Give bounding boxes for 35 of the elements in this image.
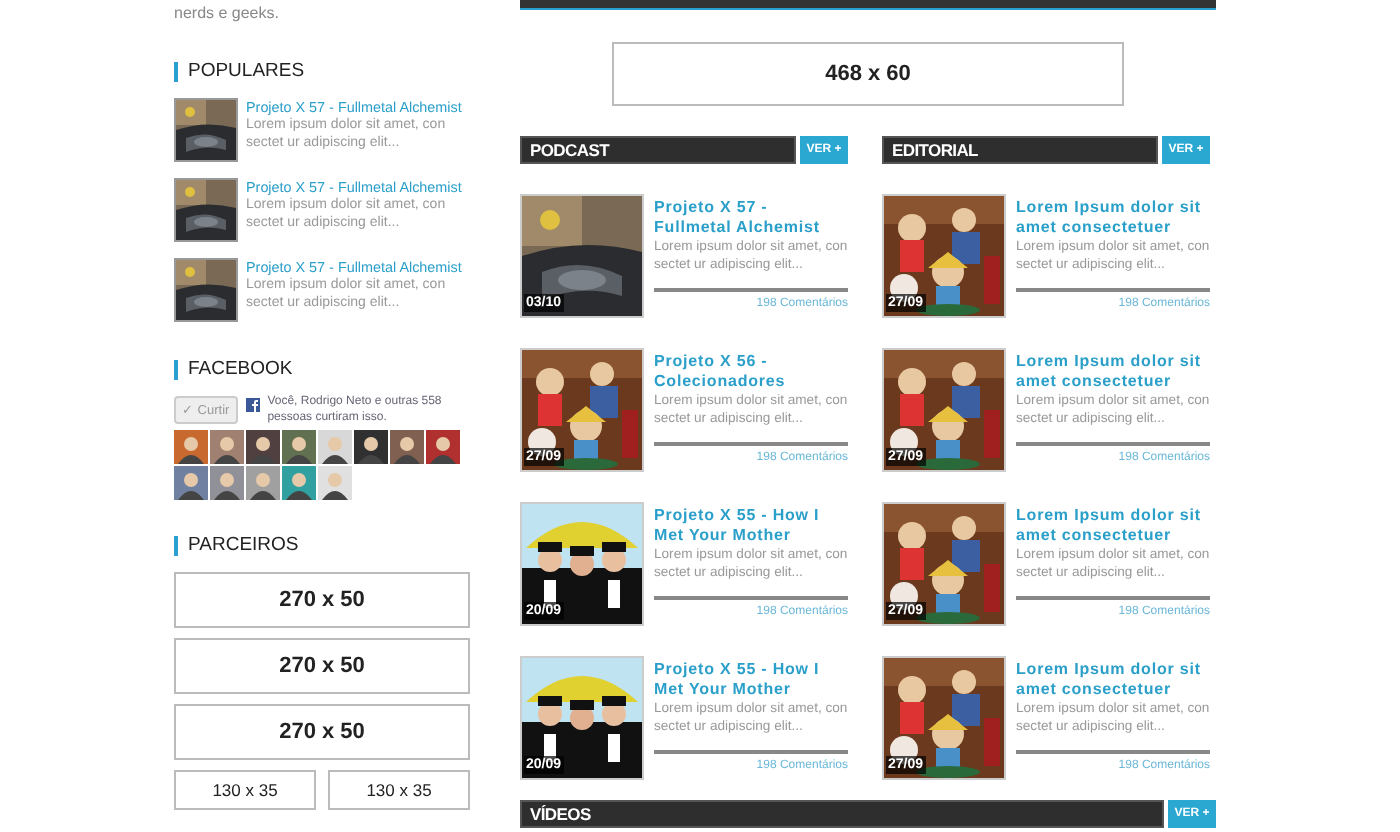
avatar[interactable]	[174, 466, 208, 500]
avatar[interactable]	[282, 466, 316, 500]
post-title[interactable]: Projeto X 55 - How I Met Your Mother	[654, 506, 848, 544]
ad-placeholder[interactable]: 270 x 50	[174, 638, 470, 694]
avatar[interactable]	[282, 430, 316, 464]
avatar[interactable]	[246, 430, 280, 464]
post-title[interactable]: Lorem Ipsum dolor sit amet consectetuer	[1016, 352, 1210, 390]
ad-placeholder[interactable]: 130 x 35	[328, 770, 470, 810]
avatar[interactable]	[246, 466, 280, 500]
ad-placeholder[interactable]: 468 x 60	[612, 42, 1124, 106]
section-heading: PARCEIROS	[174, 536, 299, 556]
avatar[interactable]	[174, 430, 208, 464]
section-heading: FACEBOOK	[174, 360, 293, 380]
avatar[interactable]	[318, 430, 352, 464]
facebook-icon	[245, 398, 260, 412]
ad-placeholder[interactable]: 130 x 35	[174, 770, 316, 810]
avatar[interactable]	[210, 430, 244, 464]
section-heading: VÍDEOS	[520, 800, 1164, 828]
section-heading: PODCAST	[520, 136, 796, 164]
ad-placeholder[interactable]: 270 x 50	[174, 704, 470, 760]
section-heading: POPULARES	[174, 62, 305, 82]
post-title[interactable]: Projeto X 56 - Colecionadores	[654, 352, 848, 390]
avatar[interactable]	[318, 466, 352, 500]
avatar[interactable]	[210, 466, 244, 500]
post-title[interactable]: Projeto X 55 - How I Met Your Mother	[654, 660, 848, 698]
post-title[interactable]: Projeto X 57 - Fullmetal Alchemist	[654, 198, 848, 236]
avatar[interactable]	[354, 430, 388, 464]
avatar[interactable]	[426, 430, 460, 464]
avatar[interactable]	[390, 430, 424, 464]
section-heading: EDITORIAL	[882, 136, 1158, 164]
post-title[interactable]: Lorem Ipsum dolor sit amet consectetuer	[1016, 506, 1210, 544]
post-title[interactable]: Lorem Ipsum dolor sit amet consectetuer	[1016, 660, 1210, 698]
ad-placeholder[interactable]: 270 x 50	[174, 572, 470, 628]
post-title[interactable]: Lorem Ipsum dolor sit amet consectetuer	[1016, 198, 1210, 236]
intro-text: nerds e geeks.	[174, 4, 281, 24]
